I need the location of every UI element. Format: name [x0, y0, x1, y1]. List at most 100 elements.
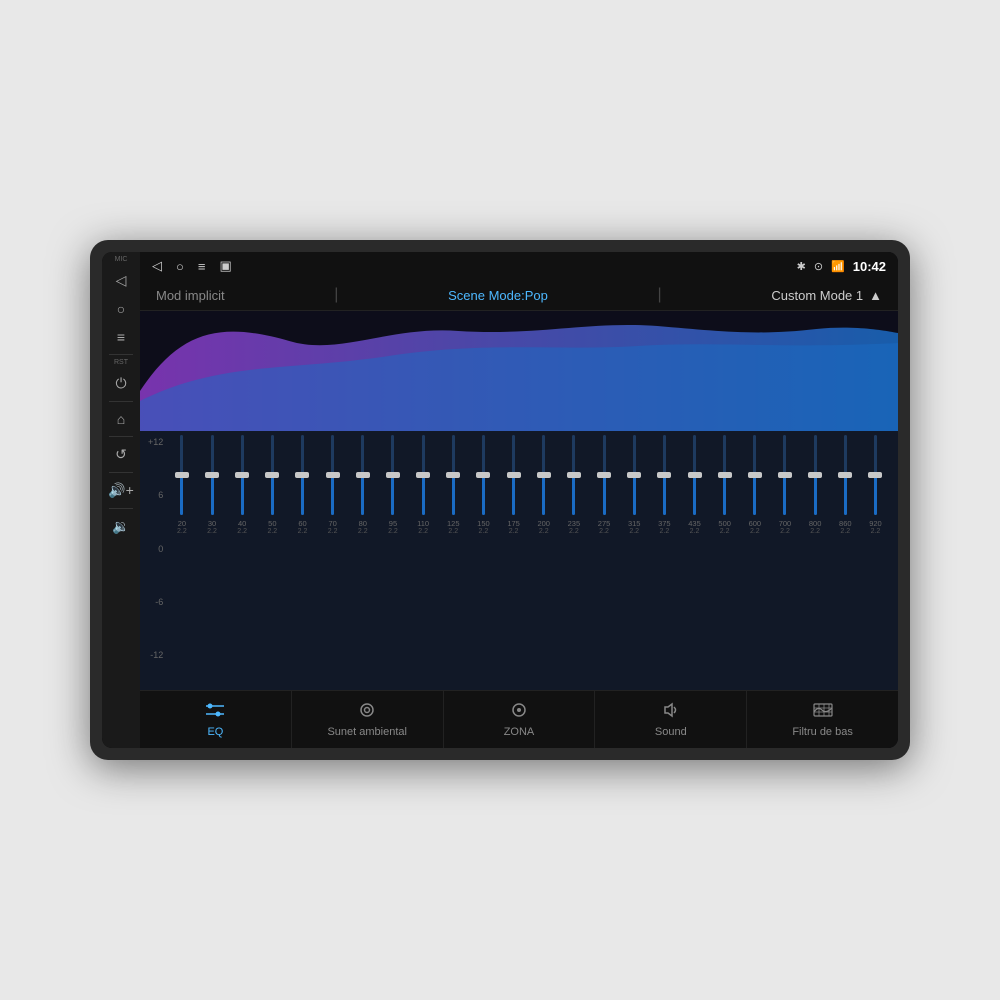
slider-col-920[interactable] [861, 435, 890, 515]
slider-track-375[interactable] [663, 435, 666, 515]
freq-col-275: 2752.2 [589, 519, 618, 535]
q-label-80: 2.2 [358, 528, 368, 535]
freq-col-30: 302.2 [197, 519, 226, 535]
q-label-175: 2.2 [509, 528, 519, 535]
slider-track-800[interactable] [814, 435, 817, 515]
slider-track-50[interactable] [271, 435, 274, 515]
status-right: ✱ ⊙ 📶 10:42 [797, 259, 886, 274]
undo-button[interactable]: ↺ [110, 441, 132, 468]
slider-track-20[interactable] [180, 435, 183, 515]
bottom-nav: EQ Sunet ambiental [140, 690, 898, 748]
tab-sunet[interactable]: Sunet ambiental [292, 691, 444, 748]
slider-track-275[interactable] [603, 435, 606, 515]
slider-track-600[interactable] [753, 435, 756, 515]
slider-col-50[interactable] [258, 435, 287, 515]
slider-col-20[interactable] [167, 435, 196, 515]
freq-col-800: 8002.2 [801, 519, 830, 535]
slider-col-95[interactable] [378, 435, 407, 515]
slider-track-920[interactable] [874, 435, 877, 515]
menu-button[interactable]: ≡ [112, 324, 130, 350]
slider-track-80[interactable] [361, 435, 364, 515]
slider-track-235[interactable] [572, 435, 575, 515]
slider-track-175[interactable] [512, 435, 515, 515]
q-label-150: 2.2 [479, 528, 489, 535]
recent-nav-icon[interactable]: ▣ [219, 258, 231, 274]
main-screen: ◁ ○ ≡ ▣ ✱ ⊙ 📶 10:42 Mod implicit | Scene… [140, 252, 898, 748]
slider-col-200[interactable] [529, 435, 558, 515]
slider-track-150[interactable] [482, 435, 485, 515]
freq-col-175: 1752.2 [499, 519, 528, 535]
power-button[interactable]: ⏻ [110, 370, 131, 397]
slider-col-40[interactable] [228, 435, 257, 515]
slider-col-435[interactable] [680, 435, 709, 515]
back-button[interactable]: ◁ [111, 267, 132, 294]
slider-track-70[interactable] [331, 435, 334, 515]
slider-col-30[interactable] [197, 435, 226, 515]
slider-col-500[interactable] [710, 435, 739, 515]
volume-up-button[interactable]: 🔊+ [103, 477, 139, 504]
back-nav-icon[interactable]: ◁ [152, 258, 162, 274]
slider-col-80[interactable] [348, 435, 377, 515]
tab-zona[interactable]: ZONA [444, 691, 596, 748]
freq-col-40: 402.2 [228, 519, 257, 535]
freq-labels: 202.2302.2402.2502.2602.2702.2802.2952.2… [167, 517, 890, 535]
slider-track-200[interactable] [542, 435, 545, 515]
slider-col-600[interactable] [740, 435, 769, 515]
fc-label-235: 235 [568, 519, 581, 528]
slider-col-275[interactable] [589, 435, 618, 515]
tab-eq[interactable]: EQ [140, 691, 292, 748]
custom-mode[interactable]: Custom Mode 1 ▲ [771, 288, 882, 303]
menu-nav-icon[interactable]: ≡ [198, 259, 206, 274]
fc-label-275: 275 [598, 519, 611, 528]
slider-track-500[interactable] [723, 435, 726, 515]
sliders-area: 202.2302.2402.2502.2602.2702.2802.2952.2… [167, 435, 890, 535]
scale-labels: +12 6 0 -6 -12 [148, 435, 163, 660]
side-divider-2 [109, 401, 133, 402]
freq-col-435: 4352.2 [680, 519, 709, 535]
home-nav-icon[interactable]: ○ [176, 259, 184, 274]
volume-down-button[interactable]: 🔉 [107, 513, 134, 540]
eq-icon [204, 701, 226, 724]
slider-track-435[interactable] [693, 435, 696, 515]
slider-col-175[interactable] [499, 435, 528, 515]
slider-col-125[interactable] [439, 435, 468, 515]
home-button[interactable]: ○ [112, 296, 130, 322]
slider-col-70[interactable] [318, 435, 347, 515]
slider-col-800[interactable] [801, 435, 830, 515]
mod-implicit[interactable]: Mod implicit [156, 288, 225, 303]
wifi-icon: 📶 [831, 260, 845, 273]
freq-col-20: 202.2 [167, 519, 196, 535]
slider-col-150[interactable] [469, 435, 498, 515]
slider-col-860[interactable] [831, 435, 860, 515]
fc-label-125: 125 [447, 519, 460, 528]
slider-track-110[interactable] [422, 435, 425, 515]
slider-track-315[interactable] [633, 435, 636, 515]
slider-track-95[interactable] [391, 435, 394, 515]
fc-label-20: 20 [178, 519, 186, 528]
eq-visualization [140, 311, 898, 431]
slider-track-30[interactable] [211, 435, 214, 515]
slider-track-60[interactable] [301, 435, 304, 515]
freq-col-150: 1502.2 [469, 519, 498, 535]
scale-0: 0 [148, 544, 163, 554]
scene-mode[interactable]: Scene Mode:Pop [448, 288, 548, 303]
slider-col-375[interactable] [650, 435, 679, 515]
q-label-40: 2.2 [237, 528, 247, 535]
q-label-315: 2.2 [629, 528, 639, 535]
freq-col-700: 7002.2 [770, 519, 799, 535]
fc-label-500: 500 [718, 519, 731, 528]
slider-track-40[interactable] [241, 435, 244, 515]
tab-filtru[interactable]: Filtru de bas [747, 691, 898, 748]
slider-col-700[interactable] [770, 435, 799, 515]
house-button[interactable]: ⌂ [112, 406, 130, 432]
q-label-860: 2.2 [840, 528, 850, 535]
device-body: MIC ◁ ○ ≡ RST ⏻ ⌂ ↺ 🔊+ 🔉 ◁ ○ ≡ [90, 240, 910, 760]
slider-col-235[interactable] [559, 435, 588, 515]
slider-track-125[interactable] [452, 435, 455, 515]
slider-track-700[interactable] [783, 435, 786, 515]
slider-track-860[interactable] [844, 435, 847, 515]
slider-col-60[interactable] [288, 435, 317, 515]
tab-sound[interactable]: Sound [595, 691, 747, 748]
slider-col-110[interactable] [409, 435, 438, 515]
slider-col-315[interactable] [620, 435, 649, 515]
